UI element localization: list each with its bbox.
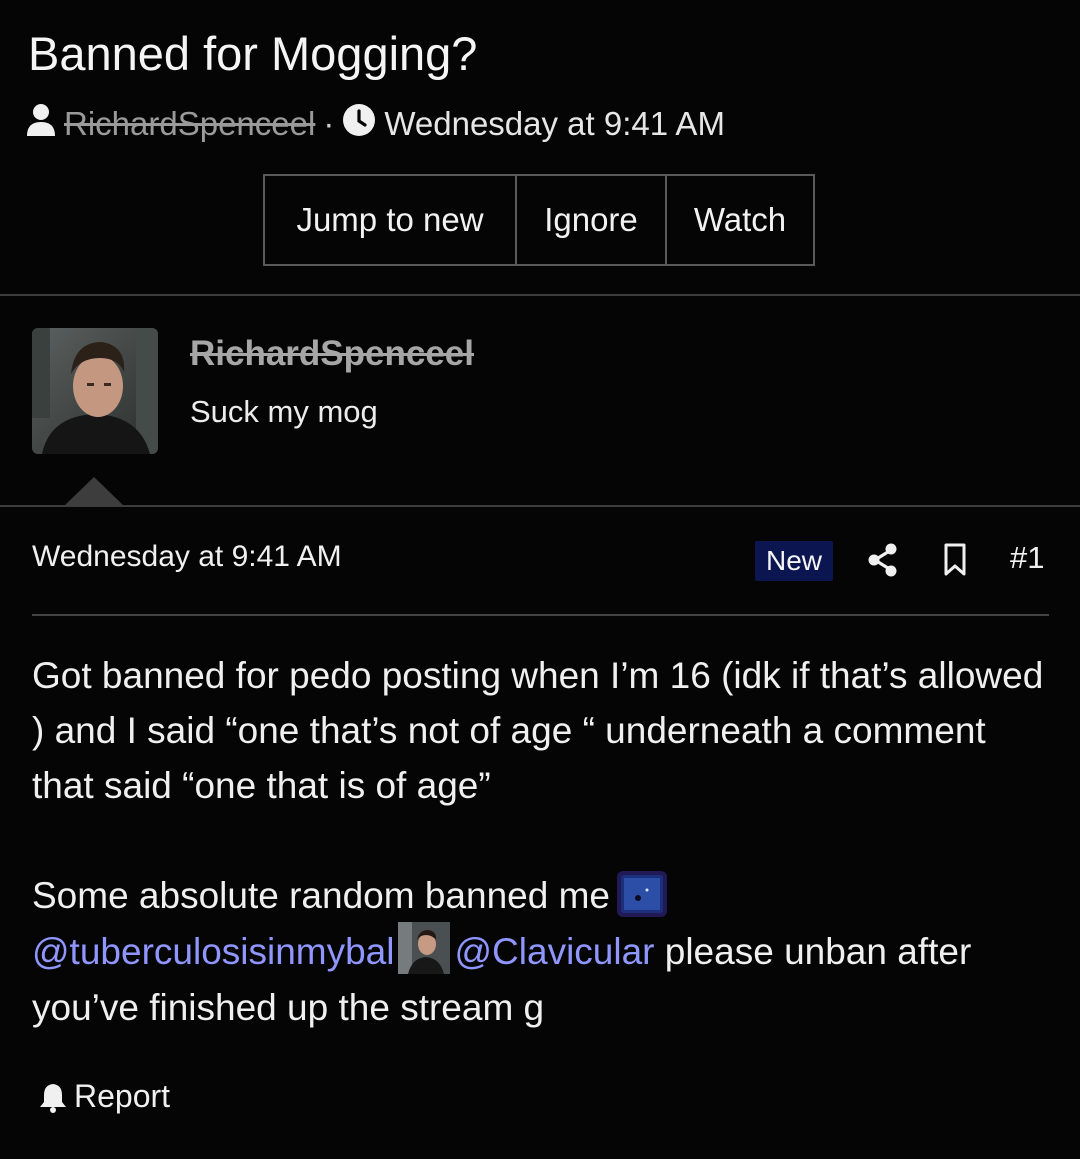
avatar[interactable] <box>32 328 158 454</box>
thread-actions: Jump to new Ignore Watch <box>263 174 815 266</box>
post-paragraph: Got banned for pedo posting when I’m 16 … <box>32 655 1044 806</box>
post-number-link[interactable]: #1 <box>1010 540 1044 576</box>
post-text: Some absolute random banned me <box>32 875 610 916</box>
post-date-link[interactable]: Wednesday at 9:41 AM <box>32 540 342 574</box>
watch-button[interactable]: Watch <box>667 176 813 264</box>
report-label: Report <box>74 1078 171 1114</box>
ignore-button[interactable]: Ignore <box>517 176 667 264</box>
avatar-emoji-image <box>398 922 451 975</box>
thread-title: Banned for Mogging? <box>28 27 478 80</box>
post-header-divider <box>32 614 1049 616</box>
glowing-emoji-image <box>614 868 670 920</box>
jump-to-new-button[interactable]: Jump to new <box>265 176 517 264</box>
thread-date-link[interactable]: Wednesday at 9:41 AM <box>384 105 725 143</box>
report-link[interactable]: Report <box>38 1078 170 1115</box>
thread-meta: RichardSpenceel · Wednesday at 9:41 AM <box>26 102 725 146</box>
post-top-divider <box>0 505 1080 507</box>
share-icon[interactable] <box>866 542 900 578</box>
poster-user-title: Suck my mog <box>190 394 378 429</box>
post-paragraph: Some absolute random banned me @tubercul… <box>32 868 1052 1035</box>
message-user-arrow <box>63 477 125 507</box>
post-body: Got banned for pedo posting when I’m 16 … <box>32 648 1052 1035</box>
thread-author-link[interactable]: RichardSpenceel <box>64 105 315 143</box>
poster-username-link[interactable]: RichardSpenceel <box>190 334 474 374</box>
bookmark-icon[interactable] <box>942 542 968 578</box>
clock-icon <box>342 103 376 145</box>
bell-icon <box>38 1081 68 1113</box>
user-icon <box>26 103 56 145</box>
new-badge: New <box>755 541 833 581</box>
mention-link[interactable]: @Clavicular <box>454 931 654 972</box>
meta-separator: · <box>323 105 335 142</box>
header-divider <box>0 294 1080 296</box>
mention-link[interactable]: @tuberculosisinmybal <box>32 931 394 972</box>
